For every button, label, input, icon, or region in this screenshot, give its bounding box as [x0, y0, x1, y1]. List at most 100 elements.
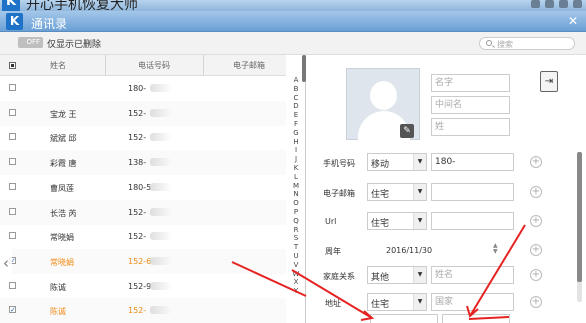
alphabet-letter[interactable]: E	[294, 111, 298, 120]
row-checkbox[interactable]	[9, 281, 16, 289]
contact-name: 曹凤莲	[50, 183, 74, 193]
redacted-blur	[150, 306, 172, 315]
search-box[interactable]: 搜索	[479, 37, 575, 50]
column-email[interactable]: 电子邮箱	[233, 60, 265, 71]
app-titlebar: K 开心手机恢复大师	[0, 0, 586, 13]
alphabet-letter[interactable]: N	[293, 190, 298, 199]
table-row[interactable]: 彩霞 唐 138-	[0, 150, 286, 176]
address-city-input[interactable]	[442, 314, 510, 323]
redacted-blur	[150, 108, 172, 117]
anniversary-date-value: 2016/11/30	[386, 246, 433, 255]
column-name[interactable]: 姓名	[50, 60, 66, 71]
dialog-close-icon[interactable]: ✕	[568, 14, 578, 28]
first-name-input[interactable]: 名字	[431, 74, 510, 92]
table-row[interactable]: 陈诚 152-9	[0, 274, 286, 299]
detail-scrollbar[interactable]	[577, 152, 582, 302]
alphabet-letter[interactable]: W	[293, 270, 300, 279]
menu-icon[interactable]	[545, 0, 554, 8]
address-street-input[interactable]	[370, 314, 438, 323]
table-row[interactable]: 常晓娟 152-6	[0, 248, 286, 274]
relation-name-input[interactable]: 姓名	[431, 266, 514, 284]
table-row[interactable]: 常晓娟 152-	[0, 224, 286, 249]
contact-phone: 152-6	[128, 256, 152, 266]
search-placeholder: 搜索	[497, 40, 513, 49]
contacts-list-pane: 姓名 电话号码 电子邮箱 180- 宝龙 王 152- 斌斌 邱 152- 彩霞 唐 138…	[0, 55, 306, 323]
chat-icon[interactable]	[531, 0, 540, 8]
close-window-icon[interactable]	[573, 0, 582, 8]
search-icon	[486, 40, 492, 46]
last-name-input[interactable]: 姓	[431, 118, 510, 136]
edit-avatar-icon[interactable]: ✎	[400, 124, 414, 138]
alphabet-letter[interactable]: G	[293, 129, 298, 138]
alphabet-letter[interactable]: Q	[293, 217, 299, 226]
add-email-icon[interactable]: +	[530, 186, 542, 198]
back-arrow-icon[interactable]: ‹	[0, 246, 12, 281]
row-checkbox[interactable]	[9, 207, 16, 215]
add-date-icon[interactable]: +	[530, 244, 542, 256]
alphabet-letter[interactable]: V	[294, 261, 299, 270]
email-input[interactable]	[431, 183, 514, 201]
table-row[interactable]: 长浩 芮 152-	[0, 199, 286, 225]
alphabet-letter[interactable]: F	[294, 120, 298, 129]
table-row[interactable]: 斌斌 邱 152-	[0, 125, 286, 150]
alphabet-letter[interactable]: D	[293, 102, 298, 111]
alphabet-letter[interactable]: J	[295, 155, 297, 164]
row-checkbox[interactable]	[9, 182, 16, 190]
alphabet-letter[interactable]: Y	[294, 287, 298, 296]
add-address-icon[interactable]: +	[530, 296, 542, 308]
contact-phone: 152-	[128, 108, 147, 118]
url-type-select[interactable]: 住宅 ▼	[367, 212, 427, 230]
alphabet-letter[interactable]: H	[293, 138, 298, 147]
alphabet-letter[interactable]: U	[293, 252, 298, 261]
relation-type-select[interactable]: 其他 ▼	[367, 266, 427, 284]
contact-name: 常晓娟	[50, 257, 74, 267]
table-row[interactable]: 宝龙 王 152-	[0, 100, 286, 126]
redacted-blur	[150, 84, 172, 92]
redacted-blur	[150, 207, 172, 216]
alphabet-letter[interactable]: K	[294, 164, 299, 173]
address-country-input[interactable]: 国家	[431, 293, 514, 311]
alphabet-letter[interactable]: M	[293, 182, 299, 191]
table-row[interactable]: 180-	[0, 76, 286, 101]
phone-input[interactable]: 180-	[431, 153, 514, 171]
detail-scrollbar-thumb[interactable]	[577, 152, 582, 282]
minimize-icon[interactable]	[559, 0, 568, 8]
alphabet-letter[interactable]: X	[294, 278, 299, 287]
alphabet-letter[interactable]: O	[293, 199, 299, 208]
row-checkbox[interactable]	[9, 232, 16, 240]
phone-type-select[interactable]: 移动 ▼	[367, 153, 427, 171]
middle-name-input[interactable]: 中间名	[431, 96, 510, 114]
row-checkbox[interactable]	[9, 158, 16, 166]
alphabet-letter[interactable]: P	[294, 208, 298, 217]
column-phone[interactable]: 电话号码	[138, 60, 170, 71]
select-all-checkbox[interactable]	[9, 62, 16, 69]
alphabet-letter[interactable]: I	[295, 146, 297, 155]
add-phone-icon[interactable]: +	[530, 156, 542, 168]
alphabet-letter[interactable]: B	[294, 85, 299, 94]
address-type-select[interactable]: 住宅 ▼	[367, 293, 427, 311]
table-row[interactable]: 陈诚 152-	[0, 298, 286, 323]
alphabet-letter[interactable]: C	[294, 94, 299, 103]
email-label: 电子邮箱	[323, 189, 355, 198]
row-checkbox[interactable]	[9, 133, 16, 141]
url-input[interactable]	[431, 212, 514, 230]
alphabet-letter[interactable]: S	[294, 234, 298, 243]
table-row[interactable]: 曹凤莲 180-5	[0, 175, 286, 200]
alphabet-letter[interactable]: A	[294, 76, 299, 85]
alphabet-letter[interactable]: T	[294, 243, 298, 252]
add-url-icon[interactable]: +	[530, 215, 542, 227]
export-contact-button[interactable]: ⇥	[540, 71, 558, 92]
alphabet-letter[interactable]: R	[294, 226, 299, 235]
show-deleted-toggle[interactable]: OFF	[18, 37, 43, 48]
add-relation-icon[interactable]: +	[530, 269, 542, 281]
alphabet-letter[interactable]: L	[294, 173, 298, 182]
contact-name: 陈诚	[50, 307, 66, 317]
row-checkbox[interactable]	[9, 84, 16, 91]
date-spinner-icon[interactable]: ▲ ▼	[493, 243, 498, 255]
contact-name: 常晓娟	[50, 233, 74, 243]
email-type-select[interactable]: 住宅 ▼	[367, 183, 427, 201]
contacts-toolbar: OFF 仅显示已删除 搜索	[0, 32, 586, 55]
list-scrollbar[interactable]	[302, 55, 306, 82]
row-checkbox[interactable]	[9, 108, 16, 116]
row-checkbox[interactable]	[9, 306, 16, 314]
